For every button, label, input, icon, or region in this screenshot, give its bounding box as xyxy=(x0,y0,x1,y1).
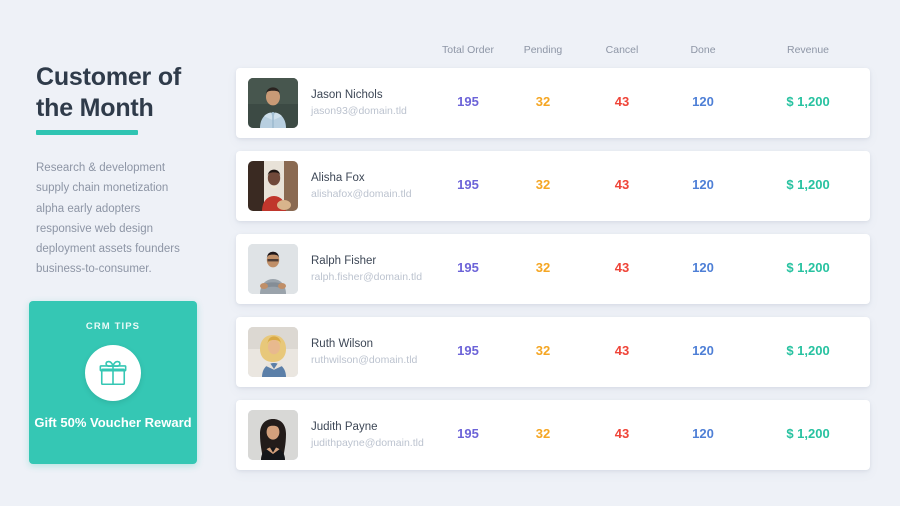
blurb-line: Research & development xyxy=(36,162,166,174)
cell-total-order: 195 xyxy=(457,177,479,192)
table-row[interactable]: Alisha Fox alishafox@domain.tld 195 32 4… xyxy=(236,151,870,221)
cell-revenue: $ 1,200 xyxy=(786,260,830,275)
avatar xyxy=(248,78,298,128)
cell-cancel: 43 xyxy=(614,426,630,441)
cell-pending: 32 xyxy=(535,343,551,358)
blurb-line: deployment assets founders xyxy=(36,243,180,256)
dashboard-page: Customer of the Month Research & develop… xyxy=(0,0,900,506)
page-title: Customer of the Month xyxy=(36,63,182,122)
crm-tips-label: CRM TIPS xyxy=(85,321,141,332)
left-panel: Customer of the Month Research & develop… xyxy=(0,0,228,506)
cell-revenue: $ 1,200 xyxy=(786,177,830,192)
avatar xyxy=(248,410,298,460)
gift-icon xyxy=(85,345,141,401)
crm-tips-text: Gift 50% Voucher Reward xyxy=(34,415,192,430)
cell-total-order: 195 xyxy=(457,260,479,275)
crm-tips-card[interactable]: CRM TIPS Gift 50% Voucher Reward xyxy=(29,301,197,464)
avatar xyxy=(248,161,298,211)
cell-done: 120 xyxy=(692,260,714,275)
blurb-line: business-to-consumer. xyxy=(36,263,152,276)
column-header-revenue: Revenue xyxy=(786,44,830,56)
table-body: Jason Nichols jason93@domain.tld 195 32 … xyxy=(236,68,870,483)
title-accent-rule xyxy=(36,130,138,135)
blurb-line: responsive web design xyxy=(36,222,153,235)
blurb-line: alpha early adopters xyxy=(36,202,141,215)
blurb-list: Research & development supply chain mone… xyxy=(36,158,221,280)
cell-revenue: $ 1,200 xyxy=(786,343,830,358)
cell-done: 120 xyxy=(692,177,714,192)
cell-total-order: 195 xyxy=(457,426,479,441)
cell-done: 120 xyxy=(692,94,714,109)
column-header-pending: Pending xyxy=(523,44,563,56)
cell-pending: 32 xyxy=(535,177,551,192)
cell-done: 120 xyxy=(692,426,714,441)
avatar xyxy=(248,244,298,294)
table-row[interactable]: Judith Payne judithpayne@domain.tld 195 … xyxy=(236,400,870,470)
table-header-row: Total Order Pending Cancel Done Revenue xyxy=(236,44,870,58)
cell-revenue: $ 1,200 xyxy=(786,426,830,441)
column-header-total-order: Total Order xyxy=(442,44,494,56)
column-header-cancel: Cancel xyxy=(605,44,639,56)
table-row[interactable]: Jason Nichols jason93@domain.tld 195 32 … xyxy=(236,68,870,138)
cell-cancel: 43 xyxy=(614,177,630,192)
cell-cancel: 43 xyxy=(614,260,630,275)
table-row[interactable]: Ruth Wilson ruthwilson@domain.tld 195 32… xyxy=(236,317,870,387)
cell-pending: 32 xyxy=(535,260,551,275)
cell-cancel: 43 xyxy=(614,94,630,109)
avatar xyxy=(248,327,298,377)
column-header-done: Done xyxy=(690,44,716,56)
table-row[interactable]: Ralph Fisher ralph.fisher@domain.tld 195… xyxy=(236,234,870,304)
customers-table: Total Order Pending Cancel Done Revenue xyxy=(236,0,900,506)
blurb-line: supply chain monetization xyxy=(36,182,169,195)
cell-pending: 32 xyxy=(535,94,551,109)
cell-total-order: 195 xyxy=(457,94,479,109)
cell-pending: 32 xyxy=(535,426,551,441)
cell-cancel: 43 xyxy=(614,343,630,358)
cell-total-order: 195 xyxy=(457,343,479,358)
cell-done: 120 xyxy=(692,343,714,358)
cell-revenue: $ 1,200 xyxy=(786,94,830,109)
